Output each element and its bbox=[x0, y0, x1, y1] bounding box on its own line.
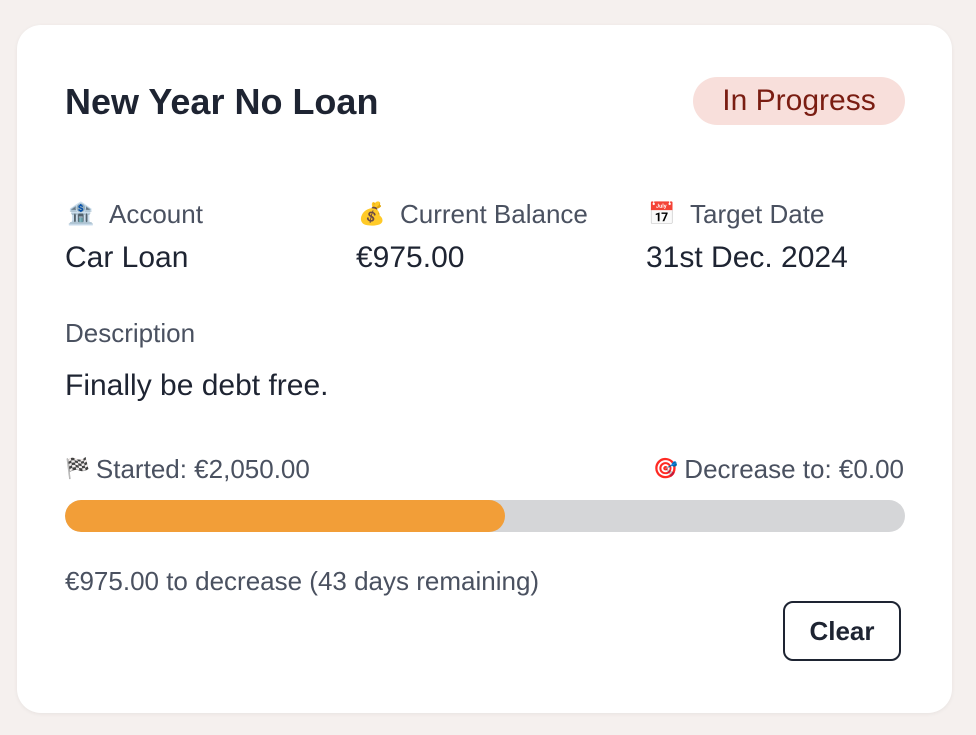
bank-icon: 🏦 bbox=[67, 201, 95, 226]
started-text: Started: €2,050.00 bbox=[95, 454, 310, 484]
description-label: Description bbox=[65, 318, 196, 348]
target-icon: 🎯 bbox=[653, 458, 679, 480]
goal-title: New Year No Loan bbox=[65, 81, 379, 122]
target-amount: 🎯 Decrease to: €0.00 bbox=[653, 453, 904, 485]
clear-button[interactable]: Clear bbox=[783, 601, 901, 661]
description-value: Finally be debt free. bbox=[65, 369, 329, 402]
target-date-value: 31st Dec. 2024 bbox=[646, 241, 848, 274]
calendar-icon: 📅 bbox=[648, 201, 676, 226]
goal-card: New Year No Loan In Progress 🏦 Account C… bbox=[17, 25, 952, 713]
balance-value: €975.00 bbox=[356, 241, 465, 274]
progress-fill bbox=[65, 500, 506, 532]
checkered-flag-icon: 🏁 bbox=[65, 458, 90, 480]
account-label: Account bbox=[109, 199, 203, 229]
progress-bar bbox=[65, 500, 905, 532]
balance-label: Current Balance bbox=[400, 199, 588, 229]
remaining-text: €975.00 to decrease (43 days remaining) bbox=[65, 566, 540, 596]
started-amount: 🏁 Started: €2,050.00 bbox=[65, 453, 310, 485]
money-bag-icon: 💰 bbox=[358, 201, 386, 226]
target-text: Decrease to: €0.00 bbox=[684, 454, 904, 484]
account-value: Car Loan bbox=[65, 241, 189, 274]
status-badge: In Progress bbox=[693, 77, 905, 125]
target-date-label: Target Date bbox=[690, 199, 825, 229]
